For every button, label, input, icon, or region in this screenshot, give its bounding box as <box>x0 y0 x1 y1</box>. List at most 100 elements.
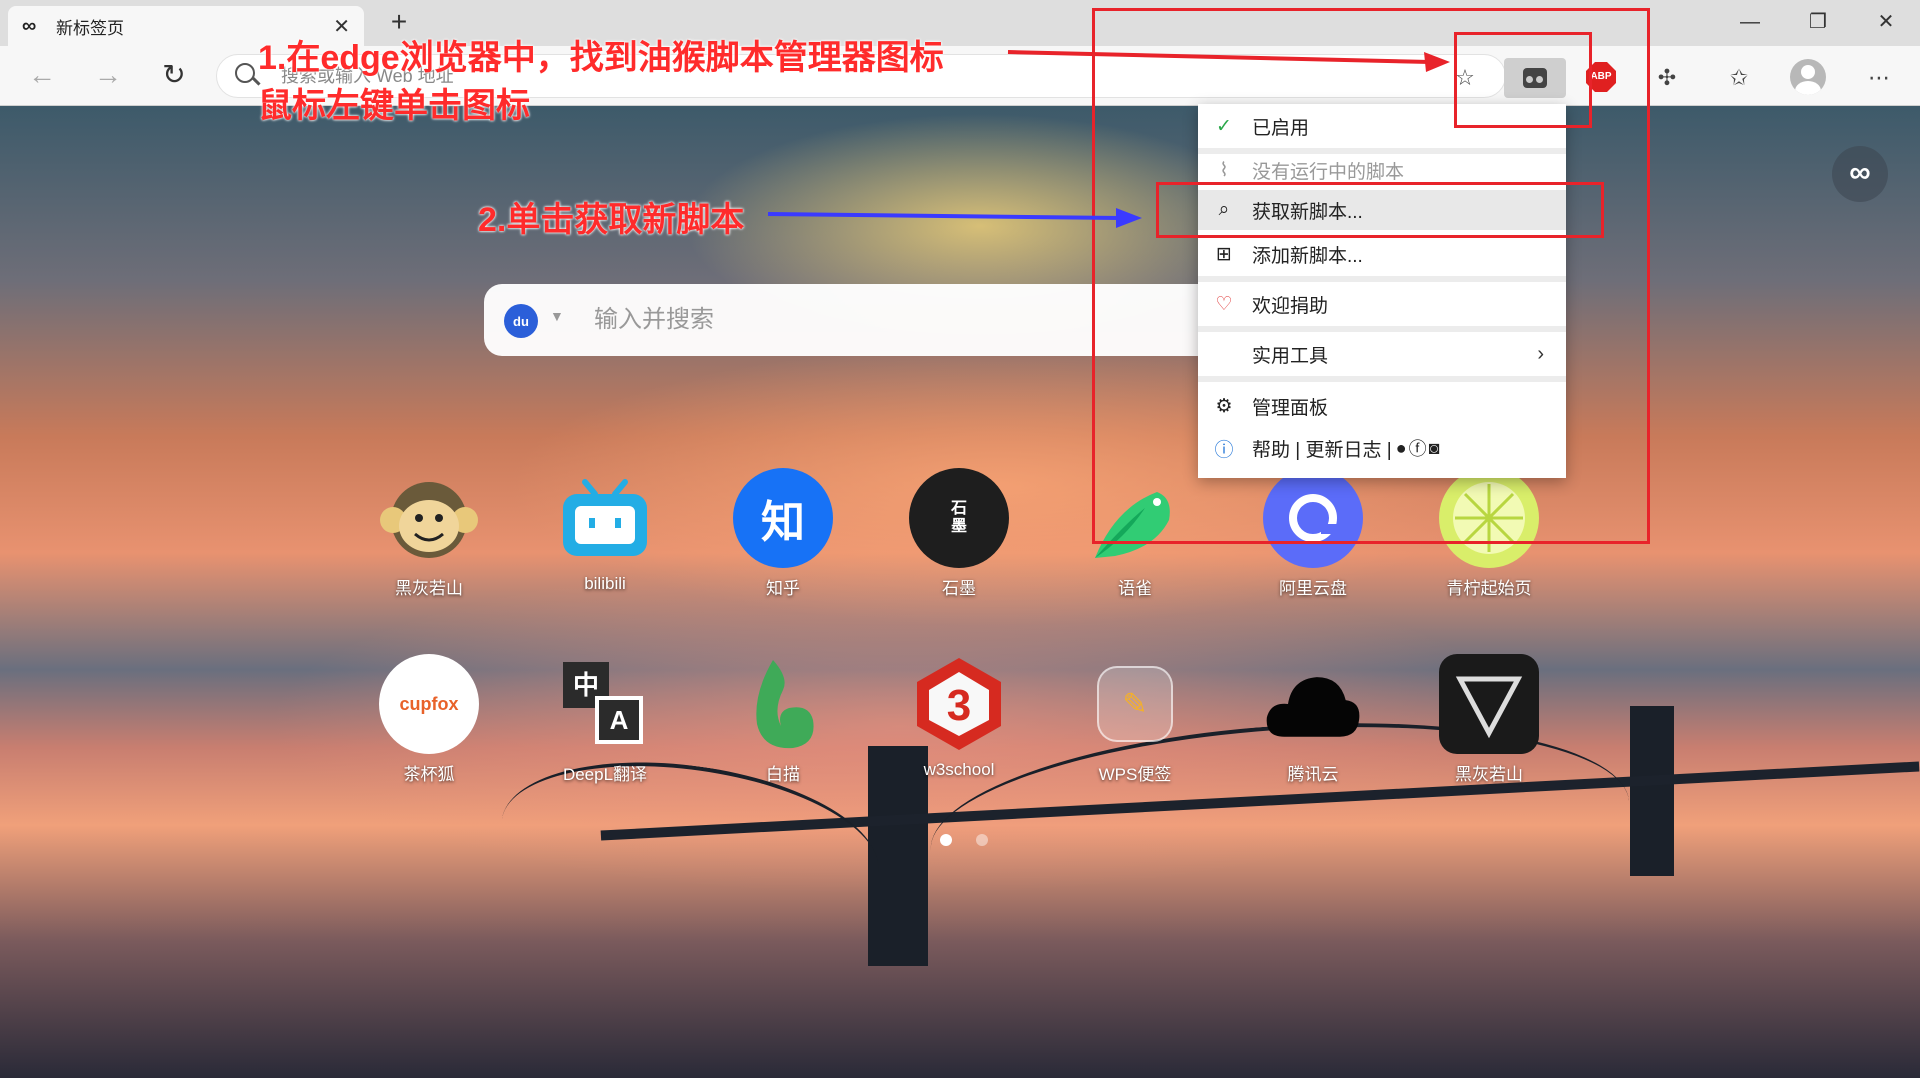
heart-icon: ♡ <box>1215 293 1233 315</box>
shortcut-aliyun-drive[interactable]: 阿里云盘 <box>1238 468 1388 599</box>
shortcut-zhihu[interactable]: 知 知乎 <box>708 468 858 599</box>
extensions-icon[interactable]: ✣ <box>1648 60 1686 98</box>
shortcut-heihui-2[interactable]: 黑灰若山 <box>1414 654 1564 785</box>
menu-item-utilities[interactable]: 实用工具 › <box>1198 334 1566 374</box>
menu-item-label: 欢迎捐助 <box>1252 295 1329 317</box>
shortcut-label: DeepL翻译 <box>562 765 648 784</box>
gear-icon: ⚙ <box>1215 395 1233 417</box>
avatar[interactable] <box>1790 59 1826 95</box>
shortcut-label: 知乎 <box>766 579 800 598</box>
script-icon: ⌇ <box>1219 159 1229 181</box>
shortcut-label: bilibili <box>584 574 626 593</box>
menu-item-no-scripts: ⌇ 没有运行中的脚本 <box>1198 152 1566 188</box>
menu-separator <box>1198 376 1566 382</box>
adblock-plus-icon[interactable]: ABP <box>1586 62 1616 92</box>
tampermonkey-icon <box>1523 68 1547 88</box>
minimize-icon[interactable]: — <box>1716 0 1784 46</box>
github-icon[interactable]: ● <box>1396 438 1407 459</box>
menu-item-label: 获取新脚本... <box>1252 201 1363 223</box>
restore-icon[interactable]: ❐ <box>1784 0 1852 46</box>
bridge-tower-right <box>1630 706 1674 876</box>
page-dot[interactable] <box>976 834 988 846</box>
search-input[interactable] <box>594 302 1294 338</box>
refresh-icon[interactable]: ↻ <box>154 56 194 96</box>
baidu-icon[interactable]: du <box>504 304 538 338</box>
deepl-translate-icon: 中 A <box>555 654 655 754</box>
svg-text:3: 3 <box>947 681 971 730</box>
menu-item-label: 实用工具 <box>1252 345 1329 367</box>
menu-item-add-new-script[interactable]: ⊞ 添加新脚本... <box>1198 234 1566 274</box>
info-icon: ⓘ <box>1214 439 1234 461</box>
w3school-icon: 3 <box>909 654 1009 754</box>
check-icon: ✓ <box>1216 115 1232 137</box>
chevron-right-icon: › <box>1537 342 1544 365</box>
annotation-step1-line1: 1.在edge浏览器中，找到油猴脚本管理器图标 <box>258 39 944 77</box>
menu-item-label: 添加新脚本... <box>1252 245 1363 267</box>
menu-item-label: 管理面板 <box>1252 397 1329 419</box>
monkey-face-icon <box>379 468 479 568</box>
tampermonkey-extension-button[interactable] <box>1504 58 1566 98</box>
shortcut-w3school[interactable]: 3 w3school <box>884 654 1034 780</box>
annotation-step2: 2.单击获取新脚本 <box>478 201 745 239</box>
shortcut-label: WPS便签 <box>1098 765 1172 784</box>
shortcut-qingning[interactable]: 青柠起始页 <box>1414 468 1564 599</box>
menu-item-label: 没有运行中的脚本 <box>1252 161 1405 183</box>
search-icon <box>235 63 255 83</box>
menu-item-enabled[interactable]: ✓ 已启用 <box>1198 106 1566 146</box>
cupfox-icon: cupfox <box>379 654 479 754</box>
menu-item-label: 帮助 | 更新日志 | <box>1252 439 1392 461</box>
shortcut-baimiao[interactable]: 白描 <box>708 654 858 785</box>
annotation-step1-line2: 鼠标左键单击图标 <box>258 87 530 125</box>
menu-item-get-new-script[interactable]: ⌕ 获取新脚本... <box>1198 190 1566 230</box>
yuque-bird-icon <box>1085 468 1185 568</box>
menu-item-dashboard[interactable]: ⚙ 管理面板 <box>1198 386 1566 426</box>
shortcut-label: 语雀 <box>1118 579 1152 598</box>
shortcut-shimo[interactable]: 石 墨 石墨 <box>884 468 1034 599</box>
shortcut-label: 黑灰若山 <box>395 579 463 598</box>
plus-square-icon: ⊞ <box>1216 243 1232 265</box>
page-dot-active[interactable] <box>940 834 952 846</box>
back-icon[interactable]: ← <box>22 56 62 96</box>
baimiao-cat-icon <box>733 654 833 754</box>
shortcut-label: 阿里云盘 <box>1279 579 1347 598</box>
forward-icon[interactable]: → <box>88 56 128 96</box>
close-window-icon[interactable]: ✕ <box>1852 0 1920 46</box>
bilibili-icon <box>555 468 655 568</box>
tampermonkey-menu: ✓ 已启用 ⌇ 没有运行中的脚本 ⌕ 获取新脚本... ⊞ 添加新脚本... ♡… <box>1198 104 1566 478</box>
shortcut-heihui[interactable]: 黑灰若山 <box>354 468 504 599</box>
shortcut-label: 茶杯狐 <box>403 765 455 784</box>
menu-item-donate[interactable]: ♡ 欢迎捐助 <box>1198 284 1566 324</box>
add-favorite-icon[interactable]: ☆ <box>1446 60 1484 98</box>
menu-item-help[interactable]: ⓘ 帮助 | 更新日志 | ● ⓕ ◙ <box>1198 428 1566 468</box>
shortcut-wps-notes[interactable]: ✎ WPS便签 <box>1060 654 1210 785</box>
lime-icon <box>1439 468 1539 568</box>
shortcut-label: 黑灰若山 <box>1455 765 1523 784</box>
menu-separator <box>1198 276 1566 282</box>
infinity-icon: ∞ <box>22 14 37 37</box>
infinity-icon[interactable]: ∞ <box>1832 146 1888 202</box>
shortcut-label: 青柠起始页 <box>1446 579 1532 598</box>
shortcut-cupfox[interactable]: cupfox 茶杯狐 <box>354 654 504 785</box>
shortcut-label: w3school <box>923 760 995 779</box>
more-menu-icon[interactable]: ⋯ <box>1860 60 1898 98</box>
triangle-logo-icon <box>1439 654 1539 754</box>
chevron-down-icon[interactable]: ▼ <box>550 308 564 324</box>
new-tab-page: ∞ du ▼ 黑灰若山 bilibili 知 知乎 石 墨 石墨 语雀 阿里云盘 <box>0 106 1920 1078</box>
menu-separator <box>1198 326 1566 332</box>
facebook-icon[interactable]: ⓕ <box>1409 435 1427 461</box>
shortcut-label: 腾讯云 <box>1287 765 1339 784</box>
feather-icon: ✎ <box>1097 666 1173 742</box>
shortcut-deepl[interactable]: 中 A DeepL翻译 <box>530 654 680 785</box>
shortcut-tencent-cloud[interactable]: 腾讯云 <box>1238 654 1388 785</box>
favorites-icon[interactable]: ✩ <box>1720 60 1758 98</box>
cloud-icon <box>1263 654 1363 754</box>
page-indicator <box>928 833 1000 851</box>
shortcut-yuque[interactable]: 语雀 <box>1060 468 1210 599</box>
shortcut-label: 石墨 <box>942 579 976 598</box>
zhihu-icon: 知 <box>733 468 833 568</box>
shortcut-bilibili[interactable]: bilibili <box>530 468 680 594</box>
shortcut-label: 白描 <box>766 765 800 784</box>
search-icon: ⌕ <box>1218 199 1230 220</box>
instagram-icon[interactable]: ◙ <box>1429 438 1440 459</box>
shimo-icon: 石 墨 <box>909 468 1009 568</box>
